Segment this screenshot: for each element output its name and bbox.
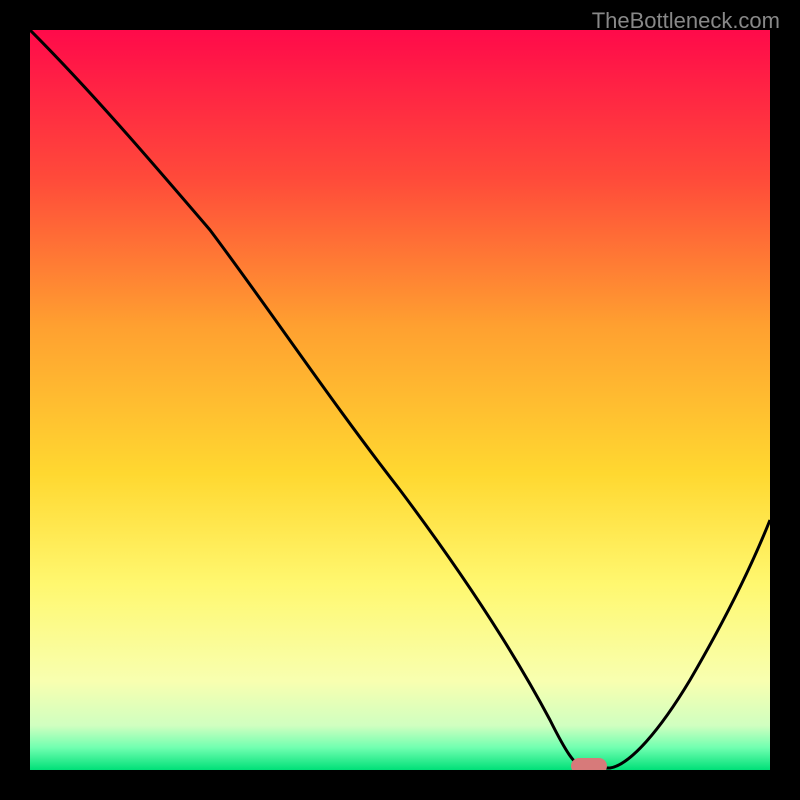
curve-line xyxy=(30,30,770,770)
chart-area xyxy=(30,30,770,770)
watermark-text: TheBottleneck.com xyxy=(592,8,780,34)
chart-marker xyxy=(571,758,607,770)
